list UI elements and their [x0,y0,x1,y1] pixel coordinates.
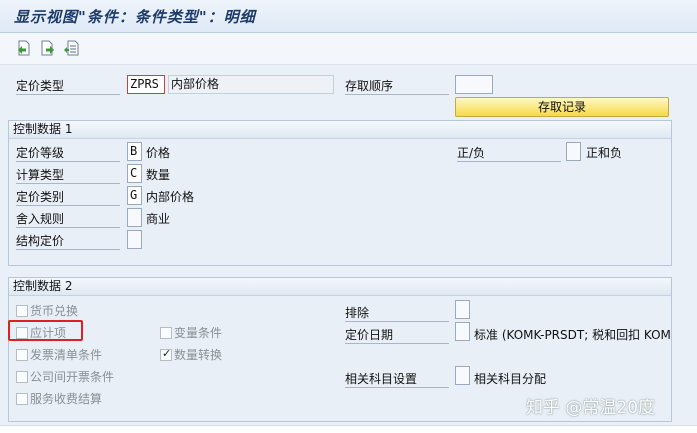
pricing-type-desc: 内部价格 [168,75,334,94]
pricing-category-desc: 内部价格 [146,190,195,204]
pricing-level-field[interactable]: B [127,142,142,161]
pricing-level-label: 定价等级 [16,144,120,162]
calc-type-desc: 数量 [146,168,171,182]
checkbox-box[interactable] [16,393,28,405]
watermark-text: 知乎 @常温20度 [526,398,656,418]
checkbox-label: 数量转换 [174,348,223,362]
intercompany-billing-checkbox[interactable]: 公司间开票条件 [16,368,114,385]
rounding-rule-field[interactable] [127,208,142,227]
checkbox-box[interactable] [160,327,172,339]
pricing-level-desc: 价格 [146,146,171,160]
access-records-button[interactable]: 存取记录 [455,97,669,117]
pricing-type-label: 定价类型 [16,77,120,95]
calc-type-label: 计算类型 [16,166,120,184]
structure-pricing-label: 结构定价 [16,232,120,250]
gl-account-setting-field[interactable] [455,366,470,385]
checkbox-box[interactable] [16,305,28,317]
gl-account-setting-label: 相关科目设置 [345,370,449,388]
other-entry-icon[interactable] [63,39,81,57]
exclusion-field[interactable] [455,300,470,319]
plus-minus-desc: 正和负 [586,146,623,160]
pricing-date-label: 定价日期 [345,326,449,344]
structure-pricing-field[interactable] [127,230,142,249]
pricing-category-label: 定价类别 [16,188,120,206]
highlight-box [8,320,83,341]
gl-account-setting-desc: 相关科目分配 [474,372,547,386]
bottom-strip [0,425,697,433]
exclusion-label: 排除 [345,304,449,322]
currency-conversion-checkbox[interactable]: 货币兑换 [16,302,78,319]
pricing-date-desc: 标准 (KOMK-PRSDT; 税和回扣 KOM [474,328,671,342]
access-sequence-field[interactable] [455,75,493,94]
group-title: 控制数据 1 [9,121,671,139]
plus-minus-label: 正/负 [457,144,561,162]
toolbar [0,33,697,65]
window-title-bar: 显示视图"条件：条件类型"：明细 [0,0,697,33]
pricing-category-field[interactable]: G [127,186,142,205]
prev-entry-icon[interactable] [15,39,33,57]
pricing-type-field[interactable]: ZPRS [127,75,165,94]
quantity-conversion-checkbox[interactable]: 数量转换 [160,346,222,363]
checkbox-label: 公司间开票条件 [30,370,115,384]
checkbox-label: 货币兑换 [30,304,79,318]
detail-content: 定价类型 ZPRS 内部价格 存取顺序 存取记录 控制数据 1 定价等级 B 价… [0,65,697,433]
checkbox-box[interactable] [16,349,28,361]
invoice-list-checkbox[interactable]: 发票清单条件 [16,346,102,363]
group-title: 控制数据 2 [9,278,671,296]
rounding-rule-desc: 商业 [146,212,171,226]
checkbox-label: 服务收费结算 [30,392,103,406]
service-charge-checkbox[interactable]: 服务收费结算 [16,390,102,407]
rounding-rule-label: 舍入规则 [16,210,120,228]
checkbox-box[interactable] [16,371,28,383]
plus-minus-field[interactable] [566,142,581,161]
pricing-date-field[interactable] [455,322,470,341]
page-title: 显示视图"条件：条件类型"：明细 [14,8,256,26]
checkbox-box[interactable] [160,347,172,361]
next-entry-icon[interactable] [39,39,57,57]
variant-condition-checkbox[interactable]: 变量条件 [160,324,222,341]
checkbox-label: 变量条件 [174,326,223,340]
calc-type-field[interactable]: C [127,164,142,183]
checkbox-label: 发票清单条件 [30,348,103,362]
access-sequence-label: 存取顺序 [345,77,449,95]
